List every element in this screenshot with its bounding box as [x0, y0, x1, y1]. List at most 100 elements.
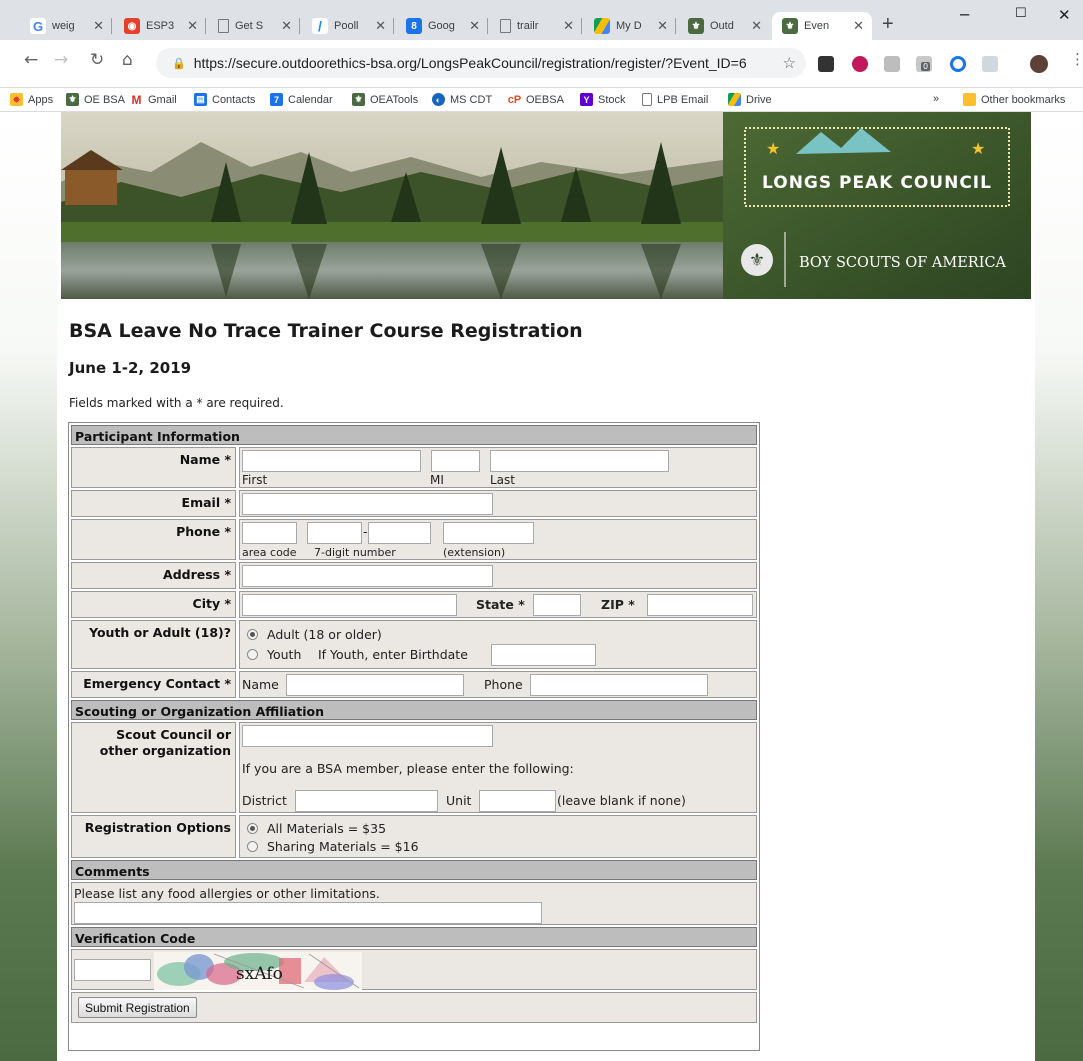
emergency-name-input[interactable] — [286, 674, 464, 696]
oebsa-icon: cP — [507, 93, 522, 106]
close-icon[interactable]: ✕ — [375, 18, 386, 34]
district-input[interactable] — [295, 790, 438, 812]
age-row: Adult (18 or older) Youth If Youth, ente… — [239, 620, 757, 669]
zip-input[interactable] — [647, 594, 753, 616]
bookmark-label: Stock — [598, 93, 626, 106]
birthdate-input[interactable] — [491, 644, 596, 666]
bookmark-lpb-email[interactable]: LPB Email — [642, 93, 708, 106]
bookmark-ms-cdt[interactable]: ◐ MS CDT — [432, 93, 492, 106]
comments-input[interactable] — [74, 902, 542, 924]
gmail-icon: M — [131, 92, 142, 107]
apps-grid-icon — [10, 93, 23, 106]
tab-title: Outd — [710, 20, 734, 32]
close-icon[interactable]: ✕ — [563, 18, 574, 34]
first-name-input[interactable] — [242, 450, 421, 472]
bsa-icon: ⚜ — [782, 18, 798, 34]
city-input[interactable] — [242, 594, 457, 616]
bookmark-star-icon[interactable]: ☆ — [783, 54, 796, 72]
section-affiliation: Scouting or Organization Affiliation — [71, 700, 757, 720]
area-code-caption: area code — [242, 546, 297, 559]
phone-dash: - — [363, 524, 368, 539]
tab-google[interactable]: G weig ✕ — [20, 12, 112, 40]
page-title: BSA Leave No Trace Trainer Course Regist… — [69, 320, 583, 342]
bookmark-gmail[interactable]: M Gmail — [130, 92, 177, 107]
tab-event-active[interactable]: ⚜ Even ✕ — [772, 12, 872, 40]
drive-extension-icon[interactable] — [884, 56, 900, 72]
tab-pooll[interactable]: / Pooll ✕ — [302, 12, 394, 40]
extension-badge: 0 — [921, 62, 931, 71]
new-tab-button[interactable]: + — [882, 13, 894, 36]
tab-title: Pooll — [334, 20, 359, 32]
forward-icon[interactable]: → — [54, 50, 68, 70]
bookmark-label: Calendar — [288, 93, 333, 106]
minimize-button[interactable]: ─ — [960, 6, 969, 24]
other-extension-icon[interactable] — [982, 56, 998, 72]
close-icon[interactable]: ✕ — [657, 18, 668, 34]
tab-google-calendar[interactable]: 8 Goog ✕ — [396, 12, 488, 40]
state-input[interactable] — [533, 594, 581, 616]
bookmark-calendar[interactable]: 7 Calendar — [270, 93, 333, 106]
back-icon[interactable]: ← — [24, 50, 38, 70]
fleur-de-lis-icon: ⚜ — [749, 250, 765, 271]
bookmark-other[interactable]: Other bookmarks — [963, 93, 1065, 106]
close-icon[interactable]: ✕ — [469, 18, 480, 34]
area-code-input[interactable] — [242, 522, 297, 544]
phone-label: Phone * — [71, 519, 236, 560]
close-icon[interactable]: ✕ — [281, 18, 292, 34]
council-input[interactable] — [242, 725, 493, 747]
evernote-extension-icon[interactable] — [852, 56, 868, 72]
tab-trailr[interactable]: trailr ✕ — [490, 12, 582, 40]
close-icon[interactable]: ✕ — [751, 18, 762, 34]
svg-text:★: ★ — [971, 139, 985, 158]
unit-input[interactable] — [479, 790, 556, 812]
phone-line-input[interactable] — [368, 522, 431, 544]
bookmark-oebsa[interactable]: cP OEBSA — [508, 93, 564, 106]
email-row — [239, 490, 757, 517]
emergency-phone-input[interactable] — [530, 674, 708, 696]
address-input[interactable] — [242, 565, 493, 587]
emergency-phone-label: Phone — [484, 677, 523, 692]
speedtest-extension-icon[interactable] — [950, 56, 966, 72]
address-bar[interactable]: 🔒 https://secure.outdoorethics-bsa.org/L… — [156, 48, 806, 78]
phone-prefix-input[interactable] — [307, 522, 362, 544]
tab-get-started[interactable]: Get S ✕ — [208, 12, 300, 40]
all-materials-radio[interactable] — [247, 823, 258, 834]
captcha-input[interactable] — [74, 959, 151, 981]
close-icon[interactable]: ✕ — [853, 18, 864, 34]
home-icon[interactable]: ⌂ — [122, 50, 133, 70]
bookmarks-overflow-button[interactable]: » — [933, 93, 939, 105]
bookmark-oe-bsa[interactable]: ⚜ OE BSA — [66, 93, 125, 106]
email-field[interactable] — [242, 493, 493, 515]
todo-extension-icon[interactable] — [818, 56, 834, 72]
sharing-materials-label: Sharing Materials = $16 — [267, 839, 419, 854]
url-text: https://secure.outdoorethics-bsa.org/Lon… — [193, 55, 747, 71]
section-verification: Verification Code — [71, 927, 757, 947]
maximize-button[interactable]: ☐ — [1015, 6, 1027, 21]
middle-initial-input[interactable] — [431, 450, 480, 472]
menu-icon[interactable]: ⋮ — [1070, 50, 1083, 68]
tab-title: weig — [52, 20, 75, 32]
tab-my-drive[interactable]: My D ✕ — [584, 12, 676, 40]
tab-esp3[interactable]: ◉ ESP3 ✕ — [114, 12, 206, 40]
bookmark-drive[interactable]: Drive — [728, 93, 772, 106]
folder-icon — [963, 93, 976, 106]
profile-avatar[interactable] — [1030, 55, 1048, 73]
close-icon[interactable]: ✕ — [187, 18, 198, 34]
last-name-input[interactable] — [490, 450, 669, 472]
comments-note: Please list any food allergies or other … — [74, 886, 380, 901]
extension-input[interactable] — [443, 522, 534, 544]
bookmark-apps[interactable]: Apps — [10, 93, 53, 106]
youth-radio[interactable] — [247, 649, 258, 660]
close-window-button[interactable]: ✕ — [1058, 6, 1071, 24]
submit-registration-button[interactable]: Submit Registration — [78, 997, 197, 1018]
captcha-text: sxAfo — [236, 964, 283, 984]
bookmark-oeatools[interactable]: ⚜ OEATools — [352, 93, 418, 106]
emergency-label: Emergency Contact * — [71, 671, 236, 698]
adult-radio[interactable] — [247, 629, 258, 640]
bookmark-contacts[interactable]: ▤ Contacts — [194, 93, 255, 106]
sharing-materials-radio[interactable] — [247, 841, 258, 852]
reload-icon[interactable]: ↻ — [90, 50, 104, 70]
tab-outdoor[interactable]: ⚜ Outd ✕ — [678, 12, 770, 40]
bookmark-stock[interactable]: Y Stock — [580, 93, 626, 106]
close-icon[interactable]: ✕ — [93, 18, 104, 34]
